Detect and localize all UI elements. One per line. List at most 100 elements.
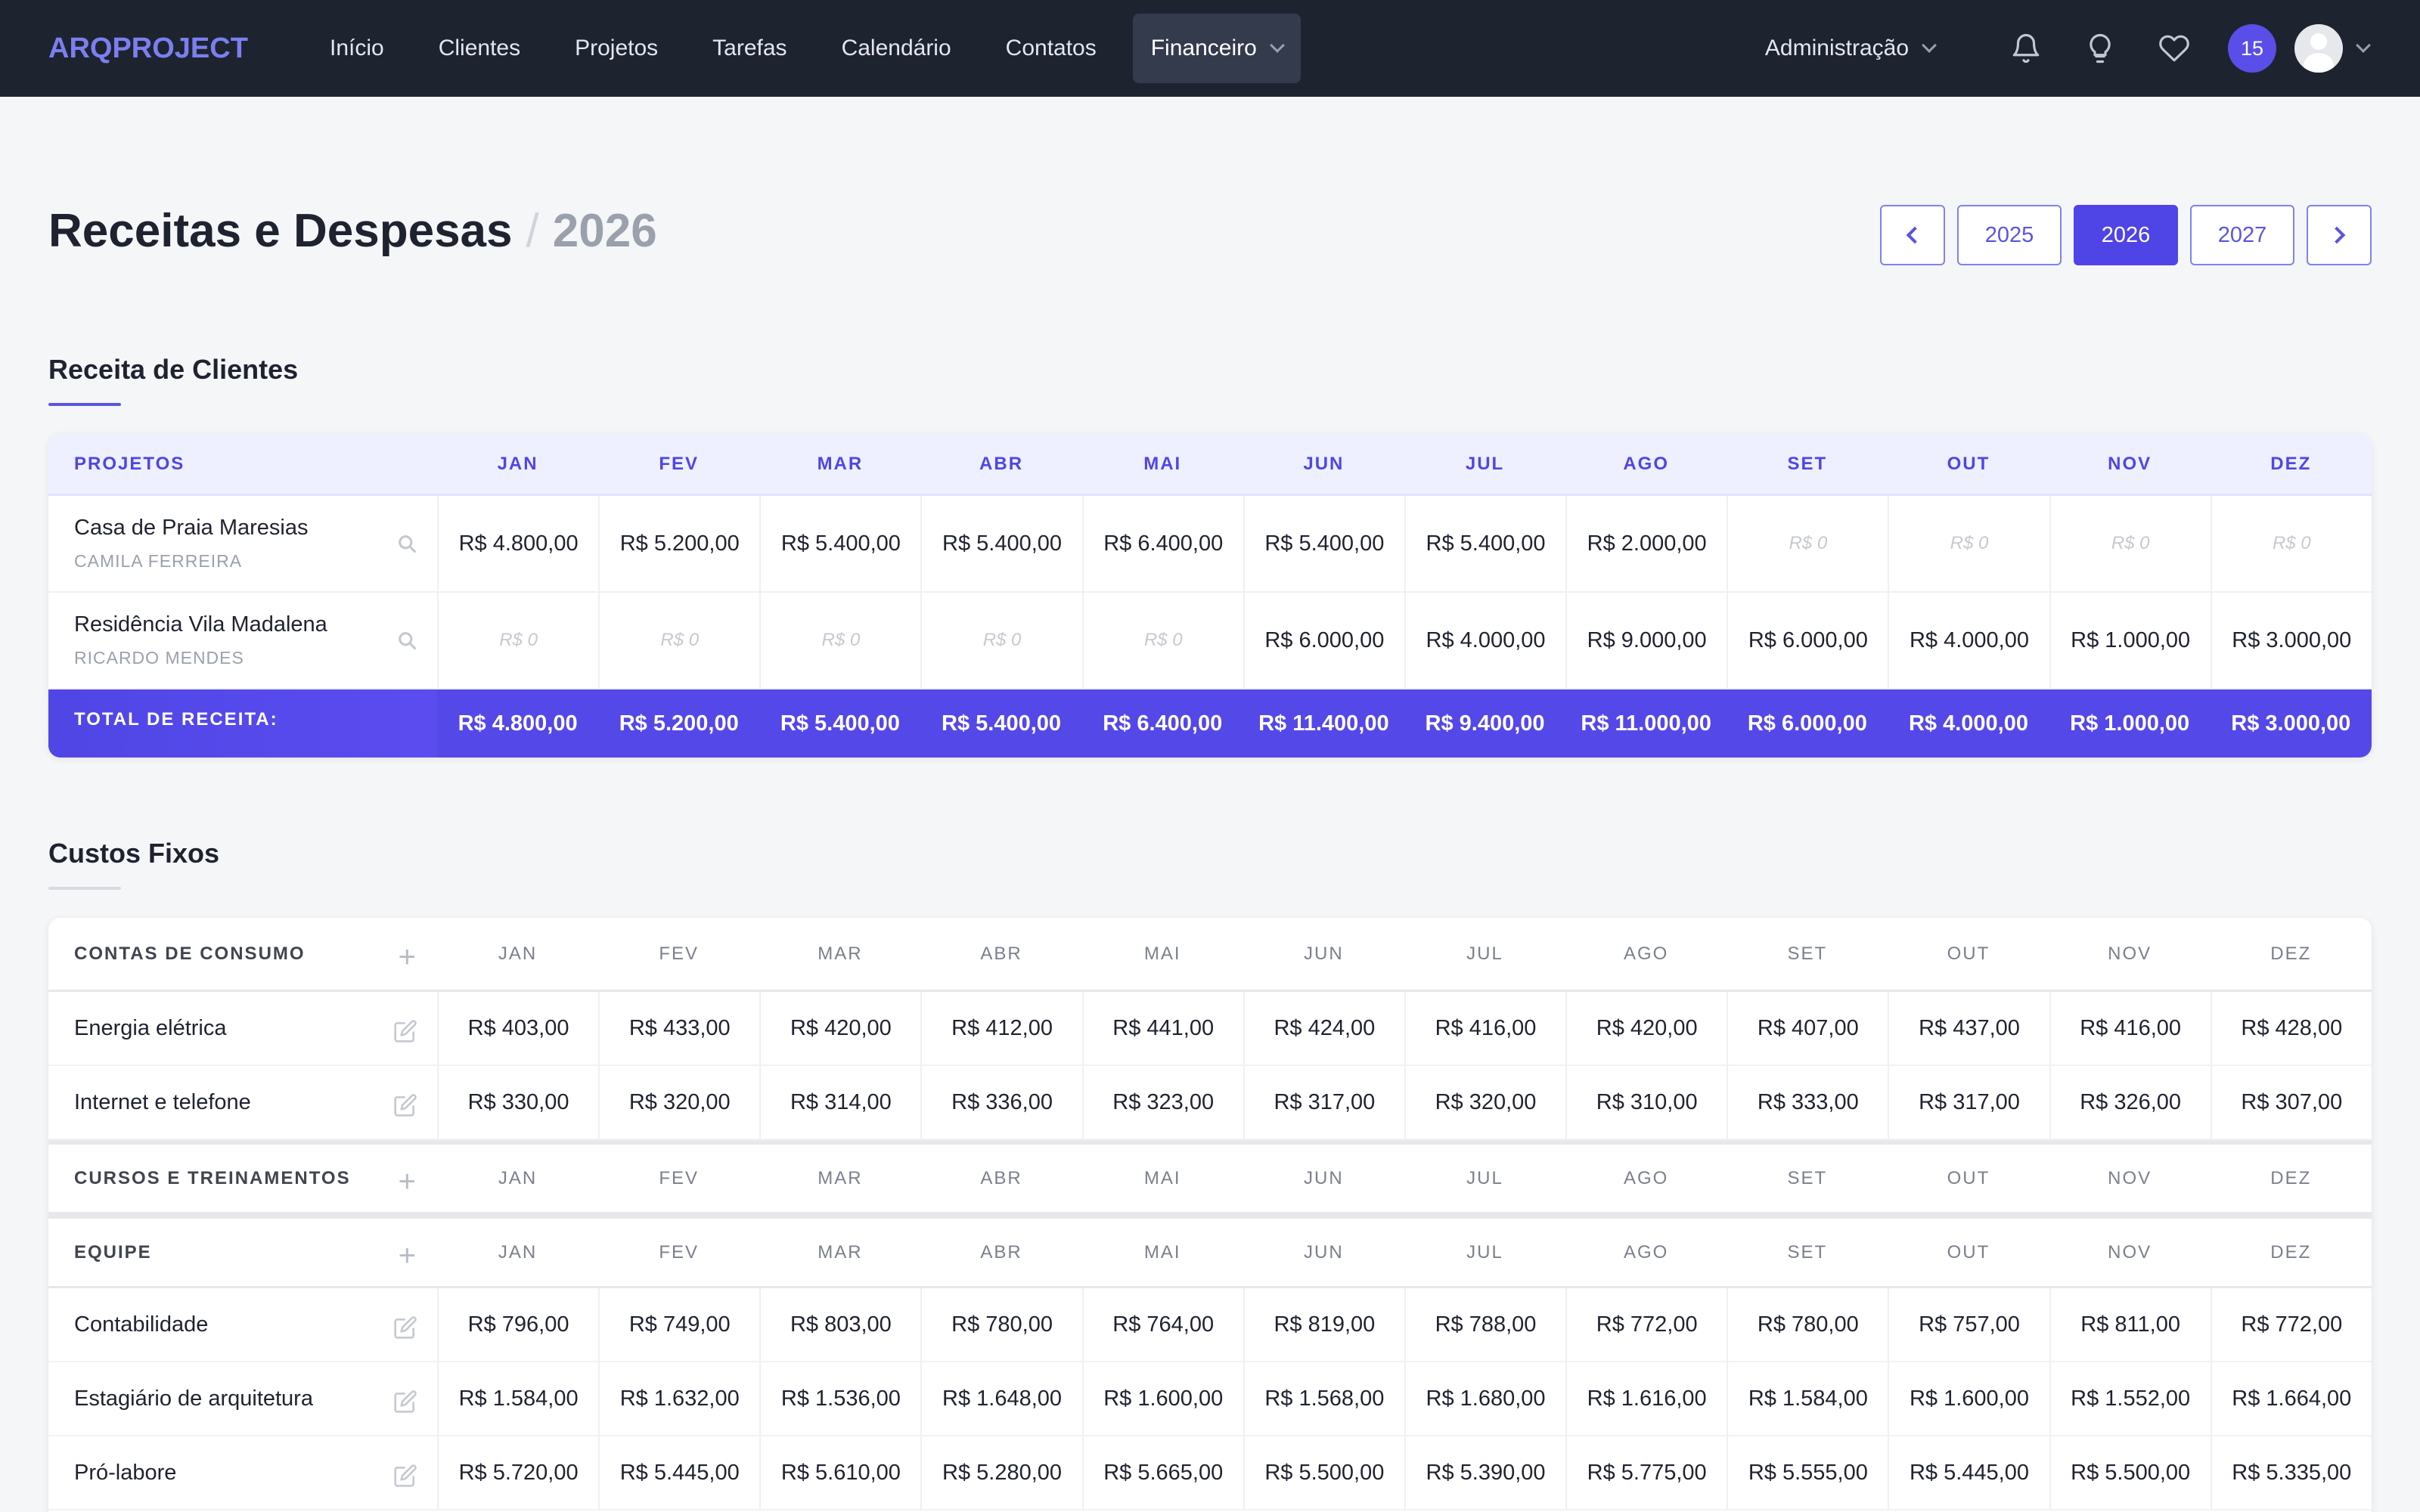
cost-value-cell[interactable]: R$ 320,00 <box>1404 1066 1565 1139</box>
cost-value-cell[interactable]: R$ 803,00 <box>759 1288 920 1361</box>
cost-value-cell[interactable]: R$ 749,00 <box>598 1288 759 1361</box>
cost-value-cell[interactable]: R$ 5.775,00 <box>1565 1436 1727 1509</box>
edit-icon[interactable] <box>393 1464 417 1488</box>
edit-icon[interactable] <box>393 1019 417 1043</box>
revenue-value-cell[interactable]: R$ 5.200,00 <box>598 496 759 591</box>
edit-icon[interactable] <box>393 1390 417 1414</box>
cost-value-cell[interactable]: R$ 310,00 <box>1565 1066 1727 1139</box>
nav-link-tarefas[interactable]: Tarefas <box>685 14 814 83</box>
year-button-2026[interactable]: 2026 <box>2074 205 2178 265</box>
cost-value-cell[interactable]: R$ 5.665,00 <box>1081 1436 1243 1509</box>
cost-value-cell[interactable]: R$ 5.555,00 <box>1727 1436 1888 1509</box>
year-button-2027[interactable]: 2027 <box>2190 205 2294 265</box>
revenue-value-cell[interactable]: R$ 0 <box>920 593 1081 688</box>
cost-value-cell[interactable]: R$ 5.445,00 <box>1888 1436 2049 1509</box>
project-name[interactable]: Casa de Praia Maresias <box>74 516 308 541</box>
cost-value-cell[interactable]: R$ 320,00 <box>598 1066 759 1139</box>
cost-value-cell[interactable]: R$ 5.390,00 <box>1404 1436 1565 1509</box>
revenue-value-cell[interactable]: R$ 2.000,00 <box>1565 496 1727 591</box>
revenue-value-cell[interactable]: R$ 5.400,00 <box>920 496 1081 591</box>
revenue-value-cell[interactable]: R$ 4.800,00 <box>437 496 598 591</box>
next-year-button[interactable] <box>2307 205 2372 265</box>
add-cost-button[interactable]: + <box>399 1239 417 1273</box>
project-name[interactable]: Residência Vila Madalena <box>74 612 327 637</box>
cost-value-cell[interactable]: R$ 5.445,00 <box>598 1436 759 1509</box>
cost-value-cell[interactable]: R$ 796,00 <box>437 1288 598 1361</box>
cost-value-cell[interactable]: R$ 1.536,00 <box>759 1362 920 1435</box>
nav-link-contatos[interactable]: Contatos <box>979 14 1124 83</box>
cost-value-cell[interactable]: R$ 416,00 <box>1404 992 1565 1064</box>
add-cost-button[interactable]: + <box>399 1165 417 1199</box>
cost-value-cell[interactable]: R$ 772,00 <box>1565 1288 1727 1361</box>
cost-value-cell[interactable]: R$ 412,00 <box>920 992 1081 1064</box>
cost-value-cell[interactable]: R$ 780,00 <box>920 1288 1081 1361</box>
cost-value-cell[interactable]: R$ 5.280,00 <box>920 1436 1081 1509</box>
revenue-value-cell[interactable]: R$ 5.400,00 <box>1404 496 1565 591</box>
notification-count-badge[interactable]: 15 <box>2228 24 2276 73</box>
cost-value-cell[interactable]: R$ 788,00 <box>1404 1288 1565 1361</box>
cost-value-cell[interactable]: R$ 1.632,00 <box>598 1362 759 1435</box>
cost-value-cell[interactable]: R$ 1.600,00 <box>1081 1362 1243 1435</box>
cost-value-cell[interactable]: R$ 307,00 <box>2210 1066 2372 1139</box>
cost-value-cell[interactable]: R$ 317,00 <box>1243 1066 1404 1139</box>
cost-value-cell[interactable]: R$ 764,00 <box>1081 1288 1243 1361</box>
cost-value-cell[interactable]: R$ 1.600,00 <box>1888 1362 2049 1435</box>
add-cost-button[interactable]: + <box>399 940 417 974</box>
cost-value-cell[interactable]: R$ 433,00 <box>598 992 759 1064</box>
lightbulb-icon[interactable] <box>2080 29 2120 68</box>
cost-value-cell[interactable]: R$ 5.610,00 <box>759 1436 920 1509</box>
nav-link-calendario[interactable]: Calendário <box>814 14 979 83</box>
revenue-value-cell[interactable]: R$ 0 <box>1888 496 2049 591</box>
cost-value-cell[interactable]: R$ 326,00 <box>2049 1066 2211 1139</box>
revenue-value-cell[interactable]: R$ 6.000,00 <box>1727 593 1888 688</box>
cost-value-cell[interactable]: R$ 428,00 <box>2210 992 2372 1064</box>
cost-value-cell[interactable]: R$ 424,00 <box>1243 992 1404 1064</box>
cost-value-cell[interactable]: R$ 1.664,00 <box>2210 1362 2372 1435</box>
revenue-value-cell[interactable]: R$ 4.000,00 <box>1888 593 2049 688</box>
revenue-value-cell[interactable]: R$ 0 <box>1727 496 1888 591</box>
cost-value-cell[interactable]: R$ 420,00 <box>1565 992 1727 1064</box>
cost-value-cell[interactable]: R$ 336,00 <box>920 1066 1081 1139</box>
revenue-value-cell[interactable]: R$ 6.400,00 <box>1081 496 1243 591</box>
cost-value-cell[interactable]: R$ 1.584,00 <box>1727 1362 1888 1435</box>
search-icon[interactable] <box>396 533 417 554</box>
edit-icon[interactable] <box>393 1093 417 1117</box>
cost-value-cell[interactable]: R$ 403,00 <box>437 992 598 1064</box>
nav-link-inicio[interactable]: Início <box>302 14 411 83</box>
cost-value-cell[interactable]: R$ 780,00 <box>1727 1288 1888 1361</box>
cost-value-cell[interactable]: R$ 441,00 <box>1081 992 1243 1064</box>
cost-value-cell[interactable]: R$ 1.680,00 <box>1404 1362 1565 1435</box>
revenue-value-cell[interactable]: R$ 0 <box>759 593 920 688</box>
cost-value-cell[interactable]: R$ 1.584,00 <box>437 1362 598 1435</box>
revenue-value-cell[interactable]: R$ 9.000,00 <box>1565 593 1727 688</box>
revenue-value-cell[interactable]: R$ 0 <box>2210 496 2372 591</box>
cost-value-cell[interactable]: R$ 5.500,00 <box>2049 1436 2211 1509</box>
cost-value-cell[interactable]: R$ 1.648,00 <box>920 1362 1081 1435</box>
revenue-value-cell[interactable]: R$ 0 <box>437 593 598 688</box>
cost-value-cell[interactable]: R$ 1.552,00 <box>2049 1362 2211 1435</box>
cost-value-cell[interactable]: R$ 5.335,00 <box>2210 1436 2372 1509</box>
cost-value-cell[interactable]: R$ 314,00 <box>759 1066 920 1139</box>
admin-menu[interactable]: Administração <box>1765 36 1937 61</box>
nav-link-clientes[interactable]: Clientes <box>411 14 548 83</box>
cost-value-cell[interactable]: R$ 772,00 <box>2210 1288 2372 1361</box>
cost-value-cell[interactable]: R$ 5.500,00 <box>1243 1436 1404 1509</box>
heart-icon[interactable] <box>2155 29 2194 68</box>
cost-value-cell[interactable]: R$ 323,00 <box>1081 1066 1243 1139</box>
cost-value-cell[interactable]: R$ 1.568,00 <box>1243 1362 1404 1435</box>
edit-icon[interactable] <box>393 1315 417 1340</box>
revenue-value-cell[interactable]: R$ 4.000,00 <box>1404 593 1565 688</box>
revenue-value-cell[interactable]: R$ 3.000,00 <box>2210 593 2372 688</box>
cost-value-cell[interactable]: R$ 416,00 <box>2049 992 2211 1064</box>
cost-value-cell[interactable]: R$ 317,00 <box>1888 1066 2049 1139</box>
cost-value-cell[interactable]: R$ 5.720,00 <box>437 1436 598 1509</box>
revenue-value-cell[interactable]: R$ 0 <box>2049 496 2211 591</box>
cost-value-cell[interactable]: R$ 437,00 <box>1888 992 2049 1064</box>
year-button-2025[interactable]: 2025 <box>1957 205 2062 265</box>
revenue-value-cell[interactable]: R$ 5.400,00 <box>759 496 920 591</box>
revenue-value-cell[interactable]: R$ 5.400,00 <box>1243 496 1404 591</box>
cost-value-cell[interactable]: R$ 757,00 <box>1888 1288 2049 1361</box>
cost-value-cell[interactable]: R$ 819,00 <box>1243 1288 1404 1361</box>
cost-value-cell[interactable]: R$ 420,00 <box>759 992 920 1064</box>
search-icon[interactable] <box>396 630 417 651</box>
